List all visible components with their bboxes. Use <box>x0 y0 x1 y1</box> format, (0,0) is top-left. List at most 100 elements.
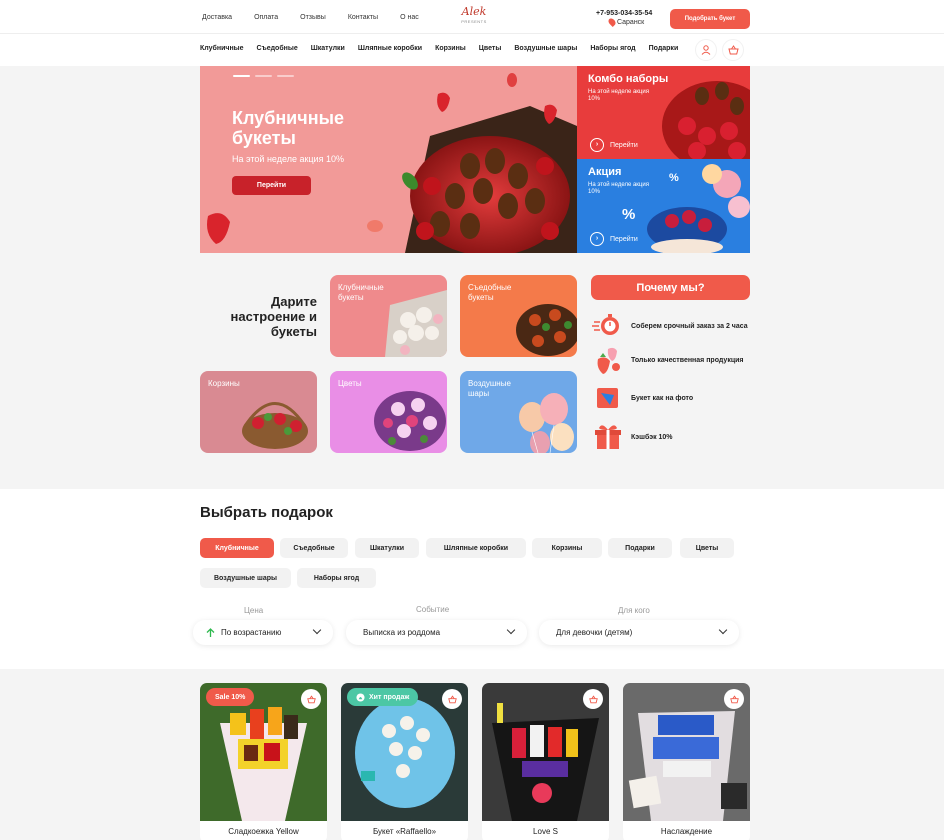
promo-combo[interactable]: Комбо наборы На этой неделе акция 10% › П… <box>577 66 750 159</box>
product-card[interactable]: Love S <box>482 683 609 840</box>
cat-flowers[interactable]: Цветы <box>479 45 502 52</box>
gift-icon <box>592 422 624 452</box>
cat-edible[interactable]: Съедобные <box>257 45 298 52</box>
tile-flowers[interactable]: Цветы <box>330 371 447 453</box>
chip-gifts[interactable]: Подарки <box>608 538 672 558</box>
cat-berry-sets[interactable]: Наборы ягод <box>590 45 635 52</box>
fire-icon <box>356 692 365 702</box>
nav-reviews[interactable]: Отзывы <box>300 14 326 21</box>
chevron-down-icon <box>718 625 728 635</box>
logo[interactable]: Alek PRESENTS <box>459 5 489 31</box>
nav-delivery[interactable]: Доставка <box>202 14 232 21</box>
filter-for-label: Для кого <box>618 606 650 615</box>
nav-about[interactable]: О нас <box>400 14 419 21</box>
category-nav: Клубничные Съедобные Шкатулки Шляпные ко… <box>200 45 691 52</box>
city-selector[interactable]: Саранск <box>617 19 644 26</box>
product-name[interactable]: Наслаждение <box>623 827 750 836</box>
logo-text: Alek <box>461 5 487 18</box>
tile-flowers-label: Цветы <box>338 379 362 388</box>
hero-banner: Клубничные букеты На этой неделе акция 1… <box>200 66 577 253</box>
promo-sale-link[interactable]: › Перейти <box>590 232 638 246</box>
promo-combo-link[interactable]: › Перейти <box>590 138 638 152</box>
chevron-down-icon <box>506 625 516 635</box>
svg-text:%: % <box>669 172 679 184</box>
chevron-down-icon <box>312 625 322 635</box>
product-name[interactable]: Букет «Raffaello» <box>341 827 468 836</box>
chip-edible[interactable]: Съедобные <box>280 538 348 558</box>
filter-event-select[interactable]: Выписка из роддома <box>346 620 527 645</box>
chip-baskets[interactable]: Корзины <box>532 538 602 558</box>
category-bar: Клубничные Съедобные Шкатулки Шляпные ко… <box>0 34 944 66</box>
filter-price-value: По возрастанию <box>221 628 282 637</box>
why-item-quality: Только качественная продукция <box>592 345 752 375</box>
product-card[interactable]: Наслаждение <box>623 683 750 840</box>
strawberry-icon <box>592 345 624 375</box>
nav-contacts[interactable]: Контакты <box>348 14 378 21</box>
tile-strawberry-label: Клубничные букеты <box>338 283 384 302</box>
page: Доставка Оплата Отзывы Контакты О нас Al… <box>0 0 944 840</box>
why-us-heading: Почему мы? <box>591 275 750 300</box>
tile-edible[interactable]: Съедобные букеты <box>460 275 577 357</box>
filter-for-select[interactable]: Для девочки (детям) <box>539 620 739 645</box>
hero-title: Клубничные букеты <box>232 108 344 148</box>
photo-icon <box>592 383 624 413</box>
promo-combo-sub: На этой неделе акция 10% <box>588 89 649 102</box>
filter-for-value: Для девочки (детям) <box>556 628 633 637</box>
arrow-up-icon <box>206 627 215 637</box>
filter-event-value: Выписка из роддома <box>363 628 441 637</box>
add-to-cart-icon[interactable] <box>301 689 321 709</box>
top-nav: Доставка Оплата Отзывы Контакты О нас <box>202 14 441 21</box>
pick-bouquet-button[interactable]: Подобрать букет <box>670 9 750 29</box>
promo-combo-title: Комбо наборы <box>588 73 669 85</box>
tile-balloons[interactable]: Воздушные шары <box>460 371 577 453</box>
tile-balloons-label: Воздушные шары <box>468 379 511 398</box>
cat-boxes[interactable]: Шкатулки <box>311 45 345 52</box>
stopwatch-icon <box>592 311 624 341</box>
promo-combo-link-label: Перейти <box>610 141 638 149</box>
filter-price-select[interactable]: По возрастанию <box>193 620 333 645</box>
arrow-right-icon: › <box>590 232 604 246</box>
promo-sale-sub: На этой неделе акция 10% <box>588 182 649 195</box>
why-item-fast: Соберем срочный заказ за 2 часа <box>592 311 752 341</box>
add-to-cart-icon[interactable] <box>583 689 603 709</box>
filter-event-label: Событие <box>416 605 450 614</box>
user-icon[interactable] <box>695 39 717 61</box>
location-pin-icon <box>607 17 617 27</box>
nav-payment[interactable]: Оплата <box>254 14 278 21</box>
logo-subtext: PRESENTS <box>461 19 487 24</box>
hero-go-button[interactable]: Перейти <box>232 176 311 195</box>
product-card[interactable]: Хит продаж Букет «Raffaello» <box>341 683 468 840</box>
filter-price-label: Цена <box>244 606 264 615</box>
product-name[interactable]: Сладкоежка Yellow <box>200 827 327 836</box>
cat-strawberry[interactable]: Клубничные <box>200 45 244 52</box>
chip-hat-boxes[interactable]: Шляпные коробки <box>426 538 526 558</box>
cat-gifts[interactable]: Подарки <box>649 45 679 52</box>
top-bar: Доставка Оплата Отзывы Контакты О нас Al… <box>0 0 944 34</box>
chip-balloons[interactable]: Воздушные шары <box>200 568 291 588</box>
phone-number[interactable]: +7-953-034-35-54 <box>596 10 652 17</box>
add-to-cart-icon[interactable] <box>724 689 744 709</box>
chip-strawberry[interactable]: Клубничные <box>200 538 274 558</box>
hit-badge-label: Хит продаж <box>369 693 410 701</box>
why-item-cashback-text: Кэшбэк 10% <box>631 433 673 441</box>
promo-sale[interactable]: % % Акция На этой неделе акция 10% › Пере… <box>577 159 750 253</box>
tile-strawberry[interactable]: Клубничные букеты <box>330 275 447 357</box>
basket-icon[interactable] <box>722 39 744 61</box>
chip-berry-sets[interactable]: Наборы ягод <box>297 568 376 588</box>
cat-balloons[interactable]: Воздушные шары <box>514 45 577 52</box>
hit-badge: Хит продаж <box>347 688 419 706</box>
product-name[interactable]: Love S <box>482 827 609 836</box>
add-to-cart-icon[interactable] <box>442 689 462 709</box>
why-item-fast-text: Соберем срочный заказ за 2 часа <box>631 322 748 330</box>
chip-boxes[interactable]: Шкатулки <box>355 538 419 558</box>
product-card[interactable]: Sale 10% Сладкоежка Yellow <box>200 683 327 840</box>
why-item-cashback: Кэшбэк 10% <box>592 422 752 452</box>
cat-baskets[interactable]: Корзины <box>435 45 466 52</box>
cat-hat-boxes[interactable]: Шляпные коробки <box>358 45 422 52</box>
tile-edible-label: Съедобные букеты <box>468 283 512 302</box>
hero-subtitle: На этой неделе акция 10% <box>232 154 344 164</box>
tile-baskets[interactable]: Корзины <box>200 371 317 453</box>
why-item-quality-text: Только качественная продукция <box>631 356 744 364</box>
promo-sale-title: Акция <box>588 166 622 178</box>
chip-flowers[interactable]: Цветы <box>680 538 734 558</box>
